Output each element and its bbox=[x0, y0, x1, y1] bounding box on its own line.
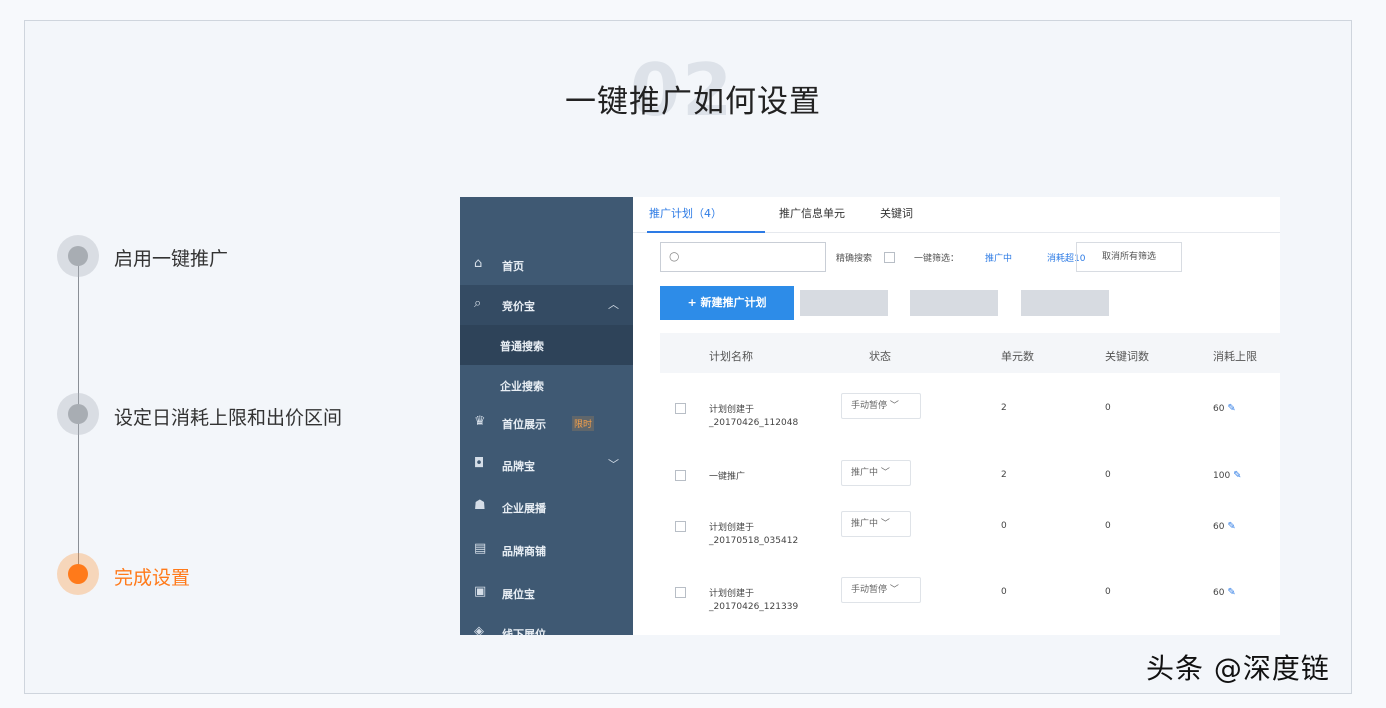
search-input[interactable]: ○ bbox=[660, 242, 826, 272]
sidebar: ⌂ 首页 ⌕ 竞价宝 ︿ 普通搜索 企业搜索 ♛ 首位展示 限时 ◘ 品牌宝 ﹀… bbox=[460, 197, 633, 635]
dashboard-screenshot: ⌂ 首页 ⌕ 竞价宝 ︿ 普通搜索 企业搜索 ♛ 首位展示 限时 ◘ 品牌宝 ﹀… bbox=[460, 197, 1280, 635]
row-units: 2 bbox=[1001, 470, 1007, 480]
search-icon: ○ bbox=[669, 249, 680, 263]
row-name: 计划创建于 bbox=[709, 405, 755, 415]
step-2-dot bbox=[57, 393, 99, 435]
crown-icon: ♛ bbox=[474, 414, 486, 429]
tab-keywords[interactable]: 关键词 bbox=[880, 201, 913, 233]
chevron-up-icon: ︿ bbox=[608, 298, 619, 311]
step-1-dot bbox=[57, 235, 99, 277]
row-name: 计划创建于 bbox=[709, 589, 755, 599]
row-limit: 60 ✎ bbox=[1213, 403, 1236, 414]
home-icon: ⌂ bbox=[474, 256, 483, 271]
row-limit: 100 ✎ bbox=[1213, 470, 1242, 481]
edit-icon: ✎ bbox=[1227, 521, 1236, 532]
row-checkbox[interactable] bbox=[675, 521, 686, 532]
store-icon: ▤ bbox=[474, 541, 487, 556]
col-keywords: 关键词数 bbox=[1105, 350, 1149, 363]
brand-icon: ◘ bbox=[474, 456, 485, 471]
chevron-down-icon: ﹀ bbox=[608, 458, 619, 471]
row-limit: 60 ✎ bbox=[1213, 587, 1236, 598]
row-checkbox[interactable] bbox=[675, 470, 686, 481]
row-units: 0 bbox=[1001, 521, 1007, 531]
new-plan-button[interactable]: + 新建推广计划 bbox=[660, 286, 794, 320]
table-row bbox=[660, 445, 1280, 501]
main-panel: 推广计划（4） 推广信息单元 关键词 ○ 精确搜索 一键筛选： 推广中 消耗超1… bbox=[633, 197, 1280, 635]
row-keywords: 0 bbox=[1105, 521, 1111, 531]
sidebar-item-enterprise-search[interactable]: 企业搜索 bbox=[460, 365, 633, 405]
row-checkbox[interactable] bbox=[675, 403, 686, 414]
edit-icon: ✎ bbox=[1227, 403, 1236, 414]
company-icon: ☗ bbox=[474, 498, 486, 513]
status-select[interactable]: 推广中 ﹀ bbox=[841, 511, 911, 537]
row-units: 2 bbox=[1001, 403, 1007, 413]
limited-badge: 限时 bbox=[572, 416, 595, 431]
step-3-label: 完成设置 bbox=[114, 567, 191, 589]
row-keywords: 0 bbox=[1105, 470, 1111, 480]
bulk-action-button-2[interactable] bbox=[910, 290, 998, 316]
row-name: 一键推广 bbox=[709, 472, 746, 482]
tab-units[interactable]: 推广信息单元 bbox=[779, 201, 845, 233]
sidebar-item-normal-search[interactable]: 普通搜索 bbox=[460, 325, 633, 365]
filter-promoting[interactable]: 推广中 bbox=[985, 251, 1012, 264]
tab-bar: 推广计划（4） 推广信息单元 关键词 bbox=[633, 197, 1280, 233]
tab-plans[interactable]: 推广计划（4） bbox=[647, 201, 765, 233]
status-select[interactable]: 手动暂停 ﹀ bbox=[841, 577, 921, 603]
exact-search-checkbox[interactable] bbox=[884, 252, 895, 263]
step-3-dot bbox=[57, 553, 99, 595]
cancel-filter-button[interactable]: 取消所有筛选 bbox=[1076, 242, 1182, 272]
sidebar-item-brand[interactable]: ◘ 品牌宝 ﹀ bbox=[460, 445, 633, 485]
row-keywords: 0 bbox=[1105, 403, 1111, 413]
exact-search-label: 精确搜索 bbox=[836, 254, 873, 264]
sidebar-item-top-display[interactable]: ♛ 首位展示 限时 bbox=[460, 403, 633, 443]
sidebar-item-company[interactable]: ☗ 企业展播 bbox=[460, 487, 633, 527]
row-name-suffix: _20170426_112048 bbox=[709, 418, 799, 428]
source-watermark: 头条 @深度链 bbox=[1146, 652, 1330, 685]
col-status: 状态 bbox=[869, 350, 891, 363]
row-keywords: 0 bbox=[1105, 587, 1111, 597]
step-2-label: 设定日消耗上限和出价区间 bbox=[114, 407, 343, 429]
row-checkbox[interactable] bbox=[675, 587, 686, 598]
row-name-suffix: _20170426_121339 bbox=[709, 602, 799, 612]
row-units: 0 bbox=[1001, 587, 1007, 597]
sidebar-item-home[interactable]: ⌂ 首页 bbox=[460, 245, 633, 285]
row-limit: 60 ✎ bbox=[1213, 521, 1236, 532]
col-limit: 消耗上限 bbox=[1213, 350, 1257, 363]
diamond-icon: ◈ bbox=[474, 624, 484, 635]
edit-icon: ✎ bbox=[1233, 470, 1242, 481]
row-name: 计划创建于 bbox=[709, 523, 755, 533]
quick-filter-label: 一键筛选： bbox=[914, 254, 960, 264]
bulk-action-button-1[interactable] bbox=[800, 290, 888, 316]
box-icon: ▣ bbox=[474, 584, 487, 599]
bulk-action-button-3[interactable] bbox=[1021, 290, 1109, 316]
row-name-suffix: _20170518_035412 bbox=[709, 536, 799, 546]
status-select[interactable]: 手动暂停 ﹀ bbox=[841, 393, 921, 419]
edit-icon: ✎ bbox=[1227, 587, 1236, 598]
sidebar-item-offline[interactable]: ◈ 线下展位 bbox=[460, 613, 633, 635]
table-header bbox=[660, 333, 1280, 373]
step-1-label: 启用一键推广 bbox=[114, 248, 229, 270]
col-plan-name: 计划名称 bbox=[709, 350, 753, 363]
sidebar-item-store[interactable]: ▤ 品牌商铺 bbox=[460, 530, 633, 570]
status-select[interactable]: 推广中 ﹀ bbox=[841, 460, 911, 486]
sidebar-item-bidding[interactable]: ⌕ 竞价宝 ︿ bbox=[460, 285, 633, 325]
search-icon: ⌕ bbox=[474, 296, 482, 311]
col-units: 单元数 bbox=[1001, 350, 1034, 363]
sidebar-item-booth[interactable]: ▣ 展位宝 bbox=[460, 573, 633, 613]
page-title: 一键推广如何设置 bbox=[565, 84, 821, 120]
